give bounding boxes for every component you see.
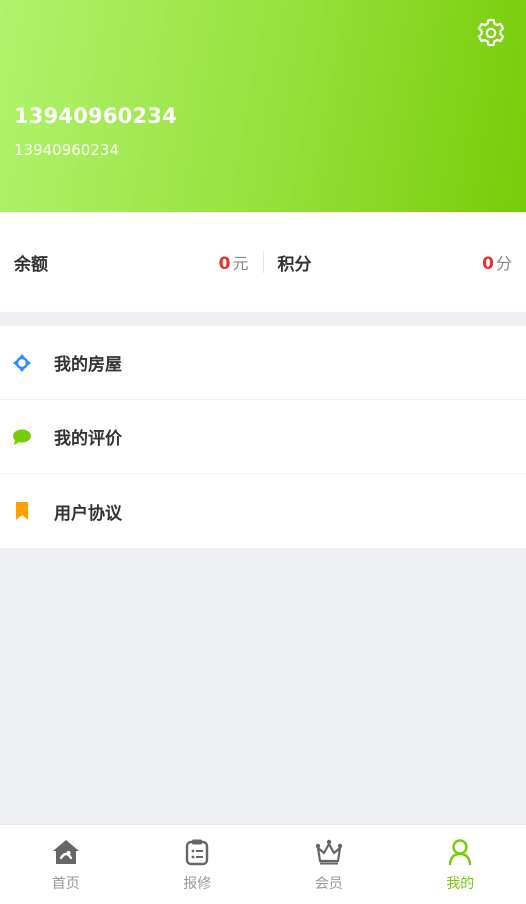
bottom-tab-bar: 首页 报修 会员 我的 [0,824,526,904]
user-phone: 13940960234 [14,141,119,159]
menu-item-user-agreement[interactable]: 用户协议 [0,474,526,548]
settings-button[interactable] [474,16,508,50]
gear-icon [477,18,505,47]
menu-item-label: 我的房屋 [54,355,122,375]
tab-mine[interactable]: 我的 [395,825,526,904]
points-value-group: 0 分 [482,250,512,274]
user-name: 13940960234 [14,104,177,128]
menu-item-my-house[interactable]: 我的房屋 [0,326,526,400]
tab-label: 报修 [183,876,212,892]
profile-header: 13940960234 13940960234 [0,0,526,212]
points-value: 0 [482,254,494,274]
menu-item-label: 用户协议 [54,503,122,524]
menu-item-my-reviews[interactable]: 我的评价 [0,400,526,474]
tab-home[interactable]: 首页 [0,825,132,904]
balance-value: 0 [218,254,231,274]
crown-icon [314,837,344,867]
balance-card: 余额 0 元 积分 0 分 [0,212,526,312]
balance-item[interactable]: 余额 0 元 [0,212,263,312]
tab-repair[interactable]: 报修 [132,825,264,904]
points-label: 积分 [277,254,312,275]
home-icon [51,837,81,867]
points-unit: 分 [495,254,512,273]
balance-unit: 元 [232,254,249,273]
bookmark-icon [12,501,32,521]
profile-screen: 13940960234 13940960234 余额 0 元 积分 0 分 我的… [0,0,526,904]
points-item[interactable]: 积分 0 分 [264,212,526,312]
balance-label: 余额 [14,254,48,275]
chat-bubble-icon [12,427,32,447]
tab-label: 会员 [314,876,343,892]
menu-list: 我的房屋 我的评价 用户协议 [0,326,526,548]
user-icon [445,837,475,867]
tab-member[interactable]: 会员 [263,825,395,904]
balance-value-group: 0 元 [219,250,249,274]
tab-label: 我的 [446,876,475,892]
menu-item-label: 我的评价 [54,429,122,449]
clipboard-icon [182,837,212,867]
tab-label: 首页 [51,876,80,892]
crosshair-icon [12,353,32,373]
